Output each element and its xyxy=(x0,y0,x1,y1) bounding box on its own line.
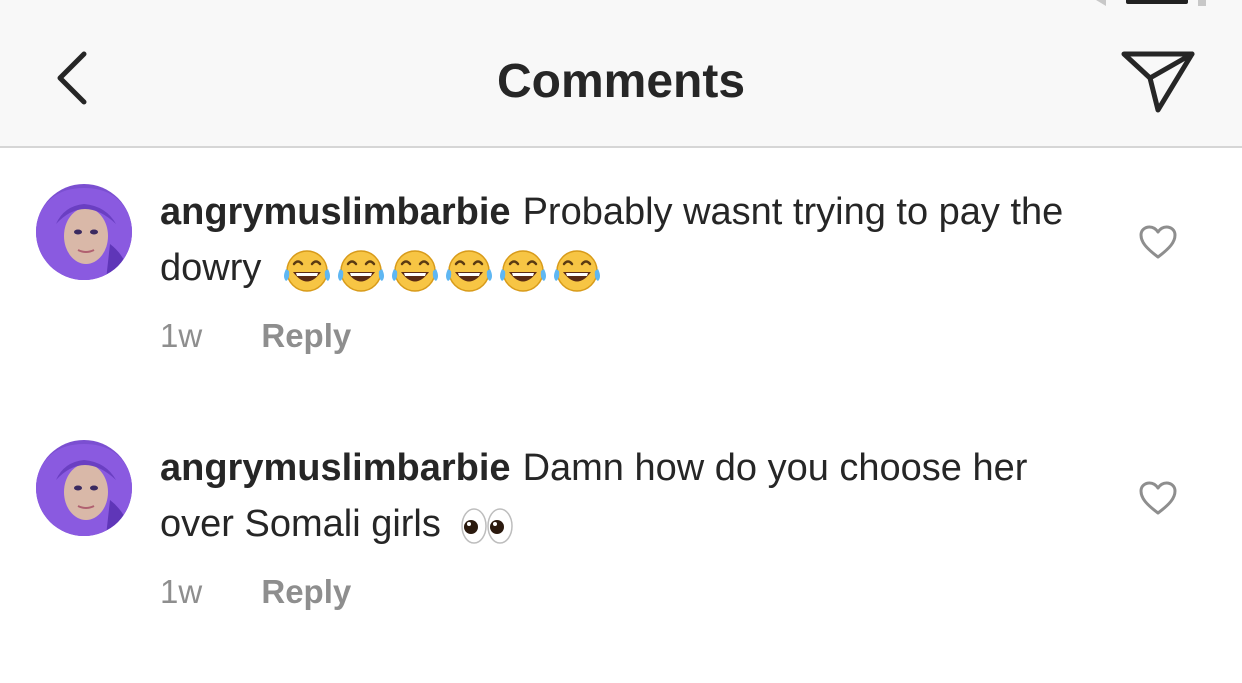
status-bar-fragment xyxy=(1090,0,1242,6)
comment-meta: 1w Reply xyxy=(160,572,351,612)
signal-fragment xyxy=(1096,0,1106,6)
comment-username[interactable]: angrymuslimbarbie xyxy=(160,191,511,233)
emoji-group xyxy=(280,247,604,293)
heart-outline-icon xyxy=(1139,481,1177,515)
comment-meta: 1w Reply xyxy=(160,316,351,356)
comments-header: Comments xyxy=(0,0,1242,148)
emoji-group xyxy=(459,503,515,549)
comment-body: angrymuslimbarbie Probably wasnt trying t… xyxy=(160,184,1080,296)
reply-button[interactable]: Reply xyxy=(261,573,351,610)
tears-of-joy-emoji xyxy=(499,250,546,292)
user-avatar-image xyxy=(36,440,132,536)
tears-of-joy-emoji xyxy=(283,250,330,292)
tears-of-joy-emoji xyxy=(337,250,384,292)
avatar[interactable] xyxy=(36,440,132,536)
comment-body: angrymuslimbarbie Damn how do you choose … xyxy=(160,440,1080,552)
reply-button[interactable]: Reply xyxy=(261,317,351,354)
battery-fragment xyxy=(1126,0,1188,4)
comment-username[interactable]: angrymuslimbarbie xyxy=(160,447,511,489)
comment-timestamp: 1w xyxy=(160,317,203,354)
battery-tip-fragment xyxy=(1198,0,1206,6)
eyes-emoji xyxy=(461,508,514,544)
page-title: Comments xyxy=(496,55,746,108)
user-avatar-image xyxy=(36,184,132,280)
tears-of-joy-emoji xyxy=(553,250,600,292)
avatar[interactable] xyxy=(36,184,132,280)
like-button[interactable] xyxy=(1138,224,1178,260)
like-button[interactable] xyxy=(1138,480,1178,516)
share-button[interactable] xyxy=(1118,44,1198,116)
heart-outline-icon xyxy=(1139,225,1177,259)
comment-timestamp: 1w xyxy=(160,573,203,610)
paper-plane-icon xyxy=(1121,51,1195,113)
tears-of-joy-emoji xyxy=(445,250,492,292)
tears-of-joy-emoji xyxy=(391,250,438,292)
